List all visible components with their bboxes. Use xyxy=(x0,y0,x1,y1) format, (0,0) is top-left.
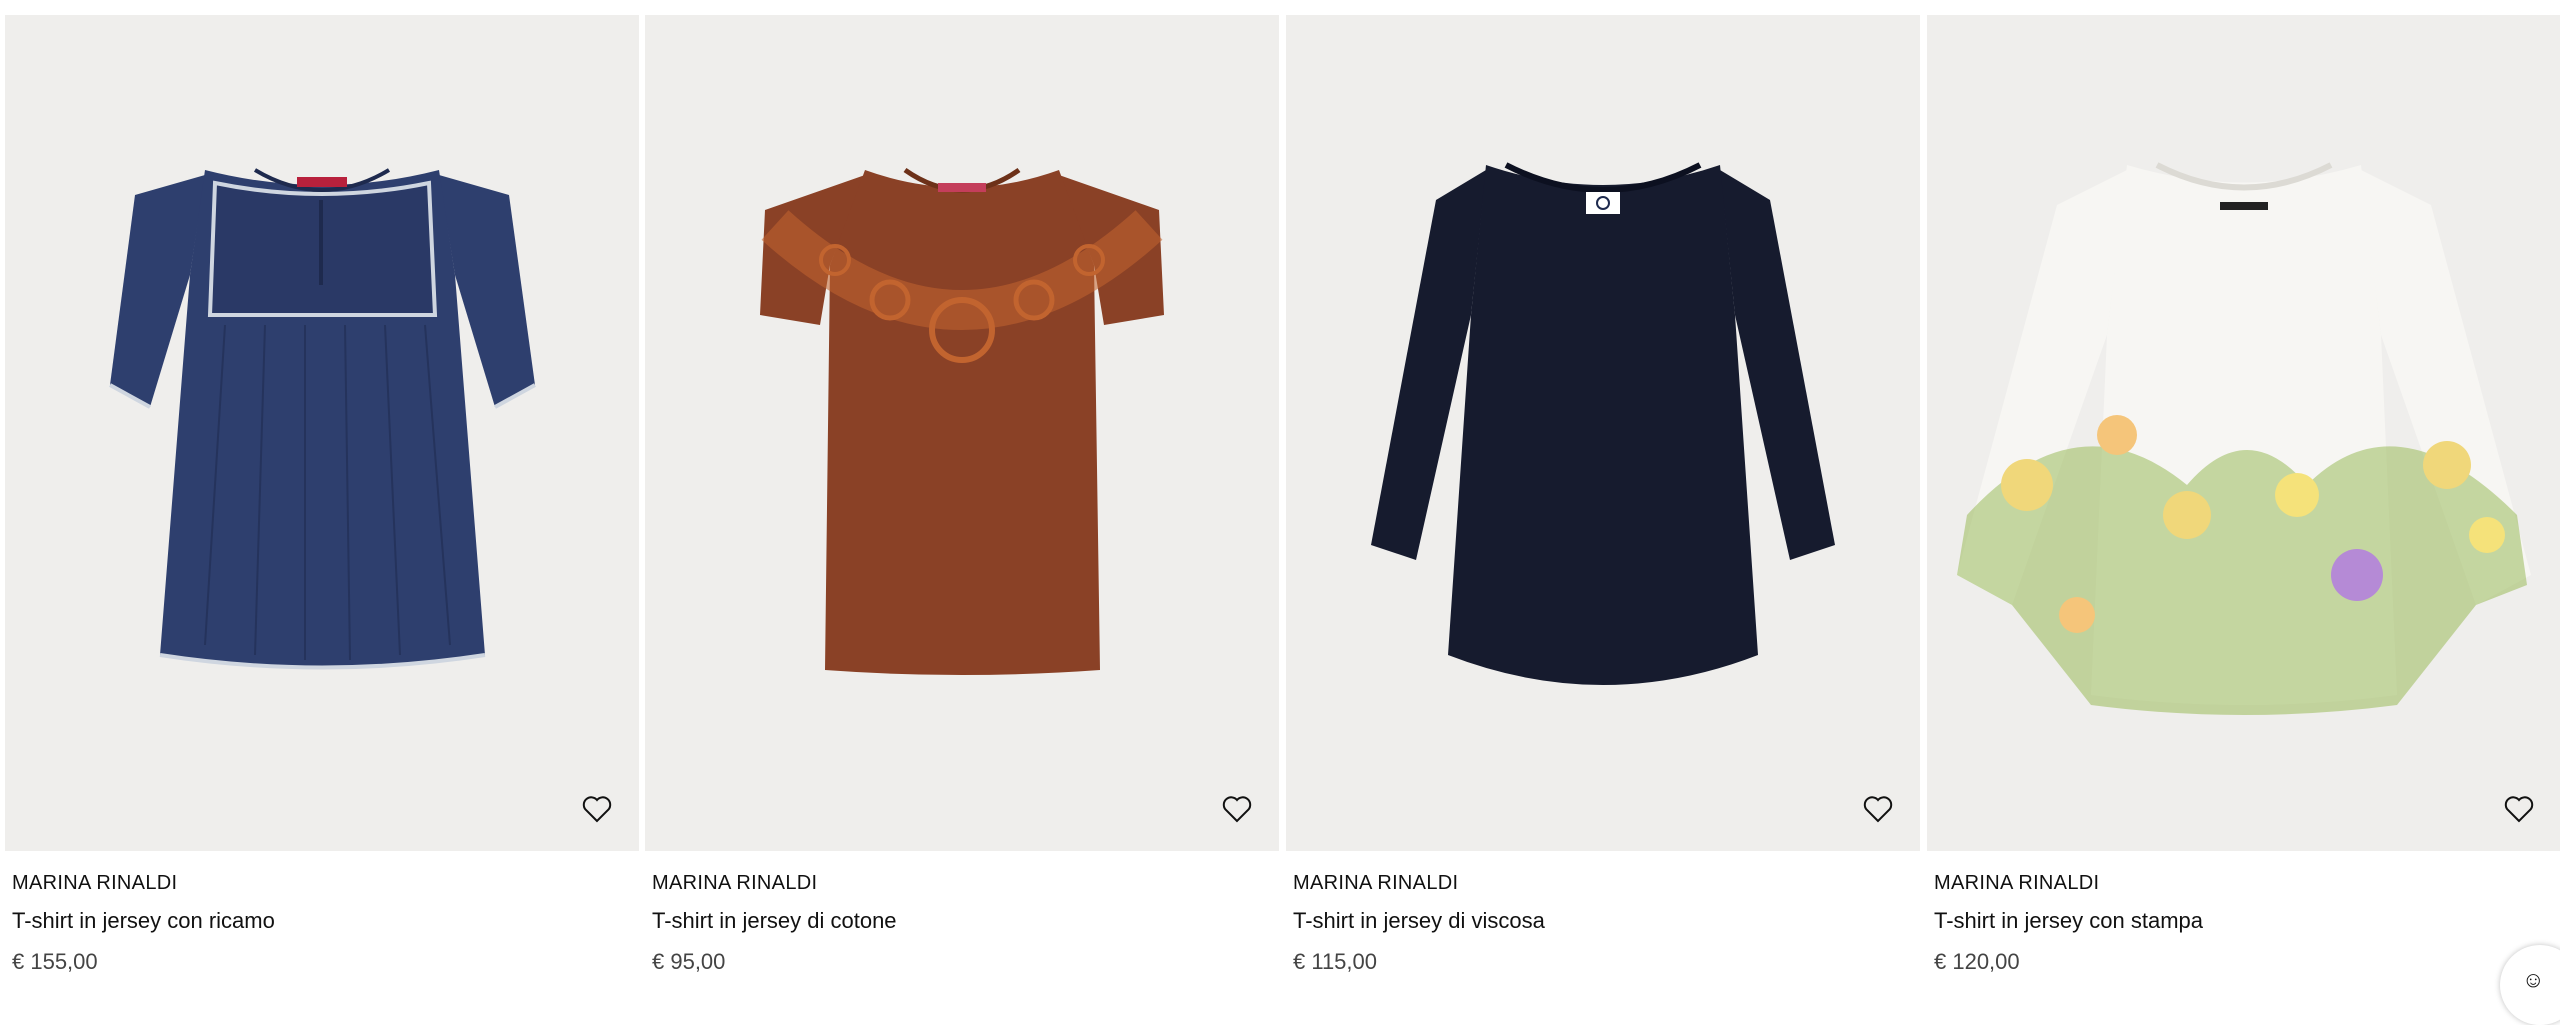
wishlist-button[interactable] xyxy=(1217,789,1257,829)
wishlist-button[interactable] xyxy=(1858,789,1898,829)
wishlist-button[interactable] xyxy=(2499,789,2539,829)
product-price: € 115,00 xyxy=(1293,949,1378,974)
garment-illustration xyxy=(1957,162,2531,715)
garment-illustration xyxy=(1371,162,1835,685)
product-card[interactable]: MARINA RINALDI T-shirt in jersey con sta… xyxy=(1927,0,2560,984)
heart-outline-icon xyxy=(2504,796,2534,823)
product-card[interactable]: MARINA RINALDI T-shirt in jersey con ric… xyxy=(5,0,639,984)
product-title[interactable]: T-shirt in jersey di viscosa xyxy=(1293,908,1545,934)
heart-outline-icon xyxy=(1222,796,1252,823)
product-brand: MARINA RINALDI xyxy=(1293,872,1459,894)
product-card[interactable]: MARINA RINALDI T-shirt in jersey di coto… xyxy=(645,0,1279,984)
product-title[interactable]: T-shirt in jersey con ricamo xyxy=(12,908,275,934)
chat-icon: ☺ xyxy=(2522,967,2545,992)
product-card[interactable]: MARINA RINALDI T-shirt in jersey di visc… xyxy=(1286,0,1920,984)
product-brand: MARINA RINALDI xyxy=(12,872,178,894)
product-price: € 95,00 xyxy=(652,949,726,974)
product-grid: MARINA RINALDI T-shirt in jersey con ric… xyxy=(0,0,2560,984)
product-brand: MARINA RINALDI xyxy=(652,872,818,894)
product-price: € 120,00 xyxy=(1934,949,2020,974)
garment-illustration xyxy=(109,168,536,670)
product-brand: MARINA RINALDI xyxy=(1934,872,2100,894)
product-image[interactable] xyxy=(645,15,1279,851)
heart-outline-icon xyxy=(582,796,612,823)
product-price: € 155,00 xyxy=(12,949,98,974)
product-title[interactable]: T-shirt in jersey con stampa xyxy=(1934,908,2203,934)
heart-outline-icon xyxy=(1863,796,1893,823)
wishlist-button[interactable] xyxy=(577,789,617,829)
product-image[interactable] xyxy=(1286,15,1920,851)
garment-illustration xyxy=(760,167,1164,675)
product-image[interactable] xyxy=(5,15,639,851)
product-image[interactable] xyxy=(1927,15,2560,851)
product-title[interactable]: T-shirt in jersey di cotone xyxy=(652,908,897,934)
